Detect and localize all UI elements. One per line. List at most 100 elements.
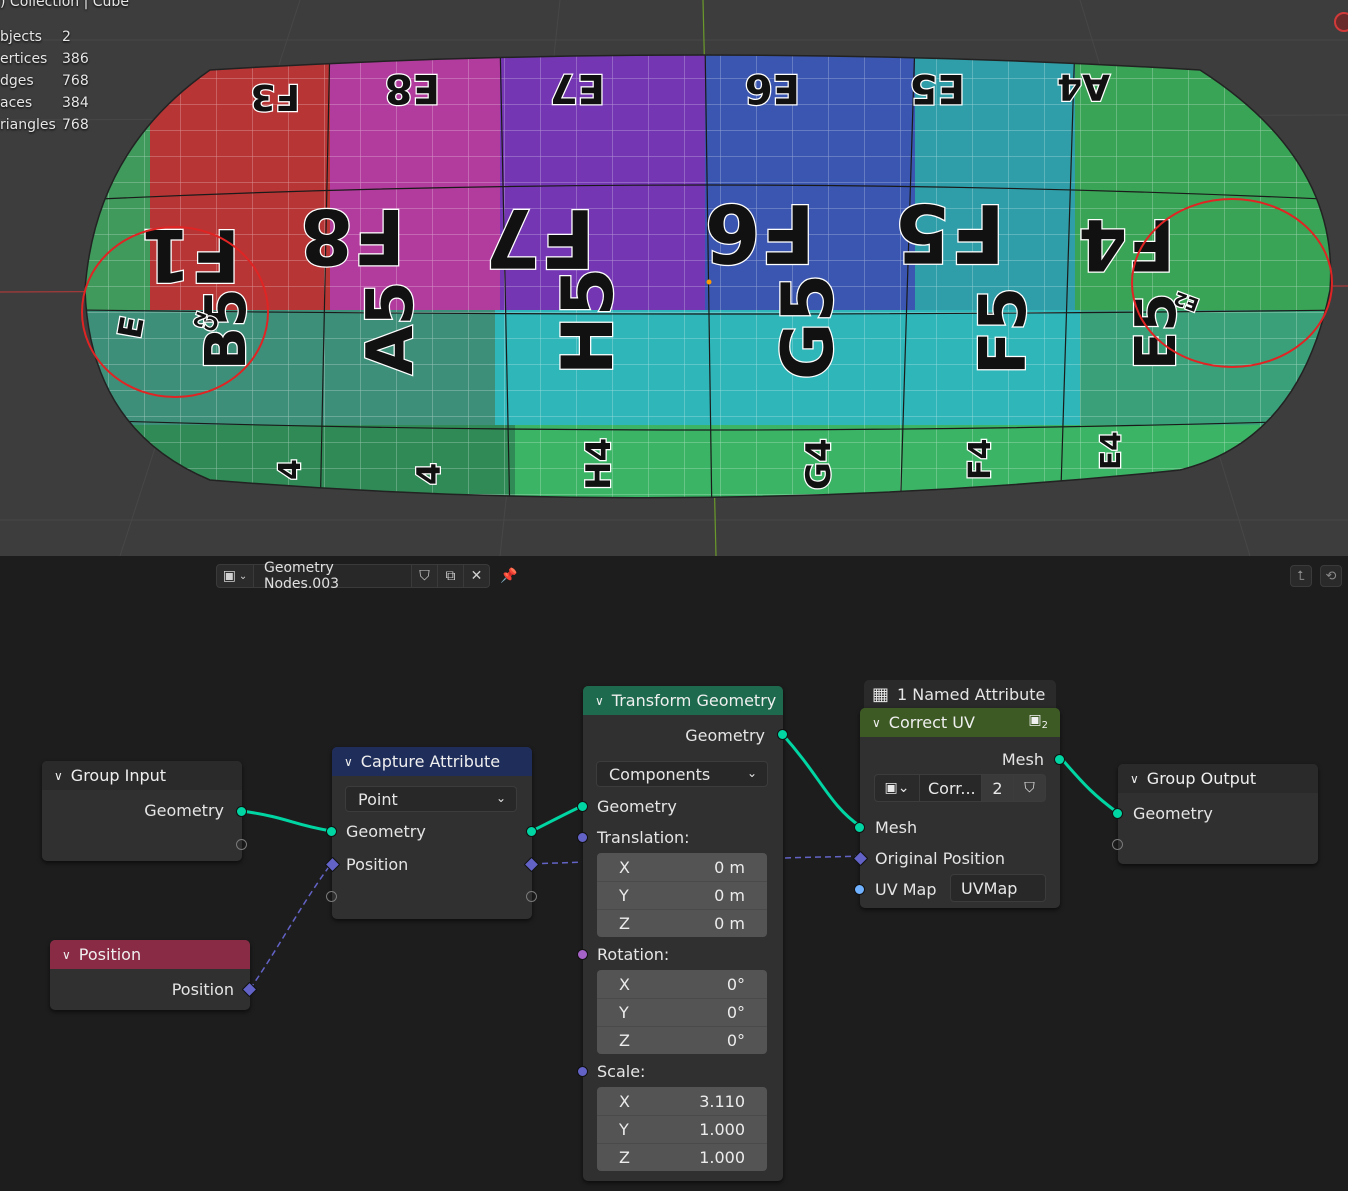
uv-label-top-2: E7 [550, 65, 605, 111]
node-title: Group Input [70, 766, 167, 785]
group-output-header[interactable]: ∨ Group Output [1118, 764, 1318, 793]
record-indicator-icon[interactable] [1334, 12, 1348, 32]
uv-label-bot-1: 4 [410, 463, 448, 485]
node-title: Position [78, 945, 142, 964]
chevron-down-icon: ⌄ [495, 791, 506, 805]
link-transform-to-correct-uv [781, 733, 861, 828]
transform-geometry-header[interactable]: ∨ Transform Geometry [583, 686, 783, 715]
empty-output-socket[interactable] [236, 839, 247, 850]
output-geometry-socket[interactable] [236, 806, 247, 817]
fake-user-shield-icon[interactable]: ⛉ [1014, 774, 1046, 802]
input-geometry-socket[interactable] [577, 801, 588, 812]
output-mesh-socket[interactable] [1054, 754, 1065, 765]
domain-value: Point [358, 789, 398, 809]
chevron-down-icon[interactable]: ∨ [1130, 772, 1139, 786]
uv-map-label: UV Map [875, 880, 937, 899]
named-attribute-label: 1 Named Attribute [897, 684, 1046, 704]
chevron-down-icon[interactable]: ∨ [344, 755, 353, 769]
correct-uv-header[interactable]: ∨ Correct UV ▣2 [860, 708, 1060, 737]
collection-label: ) Collection | Cube [0, 0, 129, 10]
input-geometry-label: Geometry [1133, 804, 1213, 823]
domain-dropdown[interactable]: Point ⌄ [345, 786, 517, 812]
transform-geometry-node[interactable]: ∨ Transform Geometry Geometry Components ⌄… [577, 686, 788, 1181]
input-geometry-label: Geometry [597, 797, 677, 816]
link-capture-to-transform [531, 804, 583, 833]
node-title: Transform Geometry [611, 691, 777, 710]
scale-label: Scale: [597, 1062, 646, 1081]
uv-label-bot-0: 4 [273, 459, 308, 480]
uv-label-mid-1: F8 [300, 192, 405, 281]
node-title: Capture Attribute [360, 752, 501, 771]
link-to-original-position [784, 855, 861, 859]
input-geometry-socket[interactable] [1112, 808, 1123, 819]
uv-label-low-3: G5 [767, 274, 849, 380]
scale-y-field[interactable]: Y 1.000 [597, 1115, 767, 1143]
output-mesh-label: Mesh [1001, 750, 1044, 769]
node-group-name[interactable]: Corr... [920, 774, 982, 802]
transform-mode-dropdown[interactable]: Components ⌄ [596, 761, 768, 787]
input-mesh-socket[interactable] [854, 822, 865, 833]
translation-y-field[interactable]: Y0 m [597, 881, 767, 909]
chevron-down-icon[interactable]: ∨ [872, 716, 881, 730]
translation-label: Translation: [597, 828, 690, 847]
uv-label-low-4: F5 [967, 287, 1041, 375]
uv-label-top-1: E8 [385, 65, 440, 111]
translation-z-field[interactable]: Z0 m [597, 909, 767, 937]
output-position-label: Position [171, 980, 234, 999]
node-title: Correct UV [888, 713, 975, 732]
uv-label-top-3: E6 [745, 65, 800, 111]
empty-output-socket[interactable] [526, 891, 537, 902]
user-count[interactable]: 2 [982, 774, 1014, 802]
node-group-browse-icon[interactable]: ▣⌄ [874, 774, 920, 802]
rotation-y-field[interactable]: Y 0° [597, 998, 767, 1026]
uv-label-mid-5: F4 [1078, 203, 1175, 285]
node-title: Group Output [1146, 769, 1257, 788]
scale-socket[interactable] [577, 1066, 588, 1077]
scale-x-field[interactable]: X 3.110 [597, 1087, 767, 1115]
chevron-down-icon[interactable]: ∨ [54, 769, 63, 783]
node-group-selector[interactable]: ▣⌄ Corr... 2 ⛉ [874, 774, 1046, 802]
position-node[interactable]: ∨ Position Position [50, 940, 258, 1010]
output-geometry-label: Geometry [144, 801, 224, 820]
uv-label-bot-3: G4 [799, 438, 839, 490]
chevron-down-icon[interactable]: ∨ [62, 948, 71, 962]
node-group-icon: ▣2 [1028, 712, 1048, 731]
rotation-socket[interactable] [577, 949, 588, 960]
uv-map-socket[interactable] [854, 884, 865, 895]
uv-label-low-1: A5 [354, 281, 428, 375]
spreadsheet-icon: ▦ [872, 683, 890, 705]
rotation-label: Rotation: [597, 945, 670, 964]
uv-label-top-5: A4 [1057, 66, 1110, 107]
group-input-header[interactable]: ∨ Group Input [42, 761, 242, 790]
output-geometry-socket[interactable] [777, 729, 788, 740]
chevron-down-icon[interactable]: ∨ [595, 694, 604, 708]
rotation-z-field[interactable]: Z 0° [597, 1026, 767, 1054]
group-output-node[interactable]: ∨ Group Output Geometry [1112, 764, 1318, 864]
uv-label-bot-5: E4 [1094, 431, 1127, 470]
chevron-down-icon: ⌄ [746, 766, 757, 780]
translation-x-field[interactable]: X0 m [597, 853, 767, 881]
named-attribute-badge[interactable]: ▦ 1 Named Attribute [864, 680, 1056, 708]
output-geometry-socket[interactable] [526, 826, 537, 837]
translation-socket[interactable] [577, 832, 588, 843]
rotation-x-field[interactable]: X 0° [597, 970, 767, 998]
capture-attribute-header[interactable]: ∨ Capture Attribute [332, 747, 532, 776]
uv-label-bot-4: F4 [963, 439, 998, 480]
correct-uv-node[interactable]: ∨ Correct UV ▣2 Mesh ▣⌄ Corr... 2 ⛉ Mesh … [852, 708, 1065, 908]
viewport-scene: F3 E8 E7 E6 E5 A4 F1 F8 F7 F6 F5 F4 B5 A… [0, 0, 1348, 556]
input-geometry-socket[interactable] [326, 826, 337, 837]
node-editor[interactable]: ▣ ⌄ Geometry Nodes.003 ⛉ ⧉ ✕ 📌 ⮤ ⟲ ∨ Group… [0, 556, 1348, 1191]
uv-map-field[interactable]: UVMap [950, 874, 1046, 902]
capture-attribute-node[interactable]: ∨ Capture Attribute Point ⌄ Geometry Posit… [324, 747, 540, 919]
object-origin [706, 279, 712, 285]
scale-z-field[interactable]: Z 1.000 [597, 1143, 767, 1171]
uv-label-mid-0: F1 [141, 213, 240, 297]
input-mesh-label: Mesh [875, 818, 918, 837]
empty-input-socket[interactable] [1112, 839, 1123, 850]
position-header[interactable]: ∨ Position [50, 940, 250, 969]
link-position-to-capture [249, 863, 332, 990]
group-input-node[interactable]: ∨ Group Input Geometry [42, 761, 247, 861]
3d-viewport[interactable]: F3 E8 E7 E6 E5 A4 F1 F8 F7 F6 F5 F4 B5 A… [0, 0, 1348, 556]
uv-label-mid-3: F6 [705, 186, 815, 279]
empty-input-socket[interactable] [326, 891, 337, 902]
